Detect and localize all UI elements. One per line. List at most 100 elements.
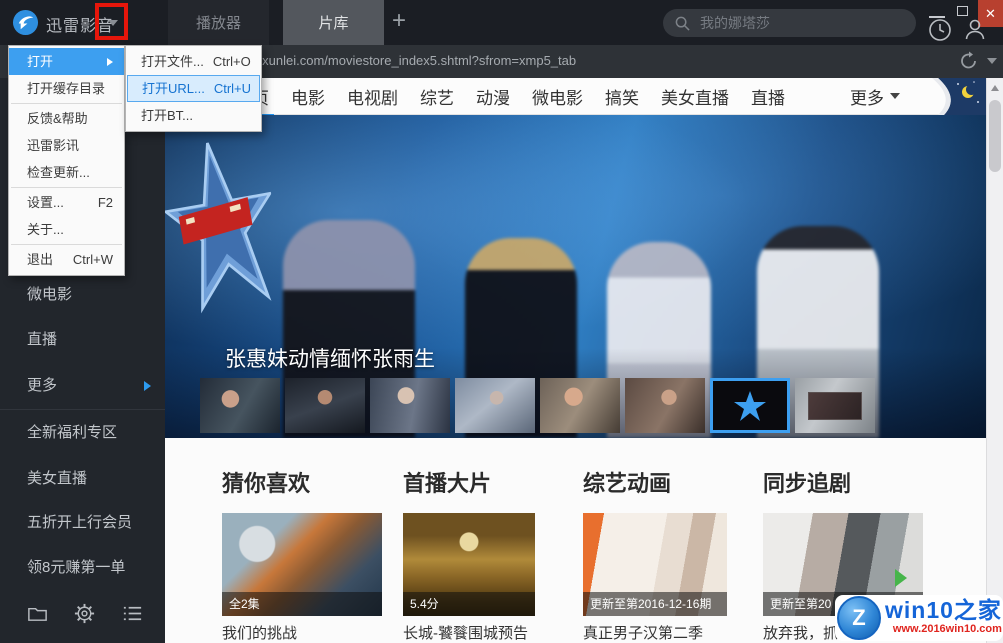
section-premiere-movies: 首播大片 5.4分 长城-饕餮围城预告 bbox=[403, 438, 535, 643]
submenu-arrow-icon bbox=[107, 57, 113, 66]
sidebar-item-half-price-vip[interactable]: 五折开上行会员 bbox=[27, 511, 132, 532]
hero-thumb-4[interactable] bbox=[455, 378, 535, 433]
title-bar: 迅雷影音 播放器 片库 + ✕ bbox=[0, 0, 1003, 45]
menu-separator bbox=[11, 187, 122, 188]
hero-thumb-2[interactable] bbox=[285, 378, 365, 433]
scrollbar-thumb[interactable] bbox=[989, 100, 1001, 172]
sidebar-item-beauty-live[interactable]: 美女直播 bbox=[27, 467, 87, 488]
sidebar-item-more[interactable]: 更多 bbox=[27, 374, 57, 395]
menu-item-check-update[interactable]: 检查更新... bbox=[9, 159, 124, 186]
menu-item-open[interactable]: 打开 bbox=[9, 48, 124, 75]
green-arrow-icon bbox=[895, 569, 907, 587]
section-variety-anime: 综艺动画 更新至第2016-12-16期 真正男子汉第二季 bbox=[583, 438, 727, 643]
menu-separator bbox=[11, 103, 122, 104]
menu-item-settings[interactable]: 设置... F2 bbox=[9, 189, 124, 216]
watermark-text: win10之家 www.2016win10.com bbox=[885, 598, 1002, 636]
menu-item-xunlei-news[interactable]: 迅雷影讯 bbox=[9, 132, 124, 159]
nav-item-funny[interactable]: 搞笑 bbox=[605, 84, 639, 109]
hero-thumb-6[interactable] bbox=[625, 378, 705, 433]
hero-thumb-5[interactable] bbox=[540, 378, 620, 433]
menu-item-label: 退出 bbox=[27, 252, 54, 267]
poster-caption[interactable]: 长城-饕餮围城预告 bbox=[403, 622, 528, 643]
poster-caption[interactable]: 真正男子汉第二季 bbox=[583, 622, 703, 643]
folder-icon[interactable] bbox=[26, 602, 49, 625]
menu-item-label: 迅雷影讯 bbox=[27, 138, 80, 153]
hero-thumb-8[interactable] bbox=[795, 378, 875, 433]
refresh-icon[interactable] bbox=[958, 50, 980, 72]
nav-item-variety[interactable]: 综艺 bbox=[420, 84, 454, 109]
sidebar-item-microfilm[interactable]: 微电影 bbox=[27, 283, 72, 304]
poster-badge: 全2集 bbox=[222, 592, 382, 616]
menu-separator bbox=[11, 244, 122, 245]
menu-item-feedback-help[interactable]: 反馈&帮助 bbox=[9, 105, 124, 132]
hero-thumbnail-strip bbox=[200, 378, 875, 433]
sidebar-item-welfare-zone[interactable]: 全新福利专区 bbox=[27, 421, 117, 442]
nav-item-more[interactable]: 更多 bbox=[850, 84, 900, 109]
poster-great-wall[interactable]: 5.4分 bbox=[403, 513, 535, 616]
nav-item-movies[interactable]: 电影 bbox=[291, 84, 325, 109]
section-title: 首播大片 bbox=[403, 471, 492, 496]
sidebar-more-arrow-icon bbox=[144, 381, 151, 391]
app-main-menu: 打开 打开缓存目录 反馈&帮助 迅雷影讯 检查更新... 设置... F2 关于… bbox=[8, 45, 125, 276]
poster-badge: 5.4分 bbox=[403, 592, 535, 616]
scrollbar-up-arrow[interactable] bbox=[991, 85, 999, 91]
new-tab-button[interactable]: + bbox=[392, 7, 406, 35]
watermark-title: win10之家 bbox=[885, 597, 1002, 623]
tab-library-label: 片库 bbox=[318, 15, 349, 32]
user-account-icon[interactable] bbox=[963, 17, 987, 41]
section-title: 同步追剧 bbox=[763, 471, 852, 496]
sidebar-divider bbox=[0, 409, 165, 410]
hero-thumb-1[interactable] bbox=[200, 378, 280, 433]
nav-more-label: 更多 bbox=[850, 88, 884, 108]
poster-caption[interactable]: 放弃我，抓 bbox=[763, 622, 838, 643]
search-box[interactable] bbox=[663, 9, 916, 37]
tab-library[interactable]: 片库 bbox=[283, 0, 384, 45]
tab-player[interactable]: 播放器 bbox=[168, 0, 269, 45]
open-submenu: 打开文件... Ctrl+O 打开URL... Ctrl+U 打开BT... bbox=[125, 45, 262, 132]
section-title: 综艺动画 bbox=[583, 471, 672, 496]
menu-item-exit[interactable]: 退出 Ctrl+W bbox=[9, 246, 124, 273]
nav-item-microfilm[interactable]: 微电影 bbox=[532, 84, 583, 109]
poster-caption[interactable]: 我们的挑战 bbox=[222, 622, 297, 643]
nav-item-live[interactable]: 直播 bbox=[751, 84, 785, 109]
url-text[interactable]: v.xunlei.com/moviestore_index5.shtml?sfr… bbox=[253, 53, 576, 68]
settings-gear-icon[interactable] bbox=[73, 602, 96, 625]
hero-thumb-7-selected[interactable] bbox=[710, 378, 790, 433]
maximize-button[interactable] bbox=[957, 6, 968, 16]
menu-item-label: 打开 bbox=[27, 54, 54, 69]
history-clock-icon[interactable] bbox=[928, 18, 952, 42]
hero-thumb-3[interactable] bbox=[370, 378, 450, 433]
playlist-icon[interactable] bbox=[121, 602, 144, 625]
submenu-item-open-bt[interactable]: 打开BT... bbox=[127, 102, 260, 129]
nav-item-tv-series[interactable]: 电视剧 bbox=[347, 84, 398, 109]
submenu-item-label: 打开文件... bbox=[141, 54, 204, 69]
nav-item-anime[interactable]: 动漫 bbox=[476, 84, 510, 109]
minimize-button[interactable] bbox=[929, 2, 945, 18]
night-mode-ribbon[interactable] bbox=[930, 78, 986, 115]
menu-item-label: 设置... bbox=[27, 195, 64, 210]
submenu-item-open-url[interactable]: 打开URL... Ctrl+U bbox=[127, 75, 260, 102]
submenu-item-label: 打开URL... bbox=[142, 81, 205, 96]
search-input[interactable] bbox=[698, 14, 888, 32]
search-icon bbox=[675, 16, 690, 31]
highlight-red-box bbox=[95, 3, 128, 40]
page-nav-bar: 首页 电影 电视剧 综艺 动漫 微电影 搞笑 美女直播 直播 更多 bbox=[165, 78, 986, 117]
menu-item-label: 关于... bbox=[27, 222, 64, 237]
menu-item-about[interactable]: 关于... bbox=[9, 216, 124, 243]
hero-banner[interactable]: 张惠妹动情缅怀张雨生 bbox=[165, 115, 986, 438]
nav-item-beauty-live[interactable]: 美女直播 bbox=[661, 84, 729, 109]
watermark-url: www.2016win10.com bbox=[892, 623, 1002, 635]
hero-caption: 张惠妹动情缅怀张雨生 bbox=[225, 348, 435, 371]
nav-more-caret-icon bbox=[890, 93, 900, 99]
poster-our-challenge[interactable]: 全2集 bbox=[222, 513, 382, 616]
address-dropdown-chevron-icon[interactable] bbox=[987, 58, 997, 64]
page-scrollbar[interactable] bbox=[986, 78, 1003, 643]
section-guess-you-like: 猜你喜欢 全2集 我们的挑战 bbox=[222, 438, 382, 643]
submenu-shortcut: Ctrl+U bbox=[213, 81, 252, 96]
poster-real-man[interactable]: 更新至第2016-12-16期 bbox=[583, 513, 727, 616]
menu-item-open-cache-dir[interactable]: 打开缓存目录 bbox=[9, 75, 124, 102]
sidebar-item-earn-8-yuan[interactable]: 领8元赚第一单 bbox=[27, 556, 125, 577]
sidebar-item-live[interactable]: 直播 bbox=[27, 328, 57, 349]
submenu-shortcut: Ctrl+O bbox=[212, 54, 251, 69]
submenu-item-open-file[interactable]: 打开文件... Ctrl+O bbox=[127, 48, 260, 75]
